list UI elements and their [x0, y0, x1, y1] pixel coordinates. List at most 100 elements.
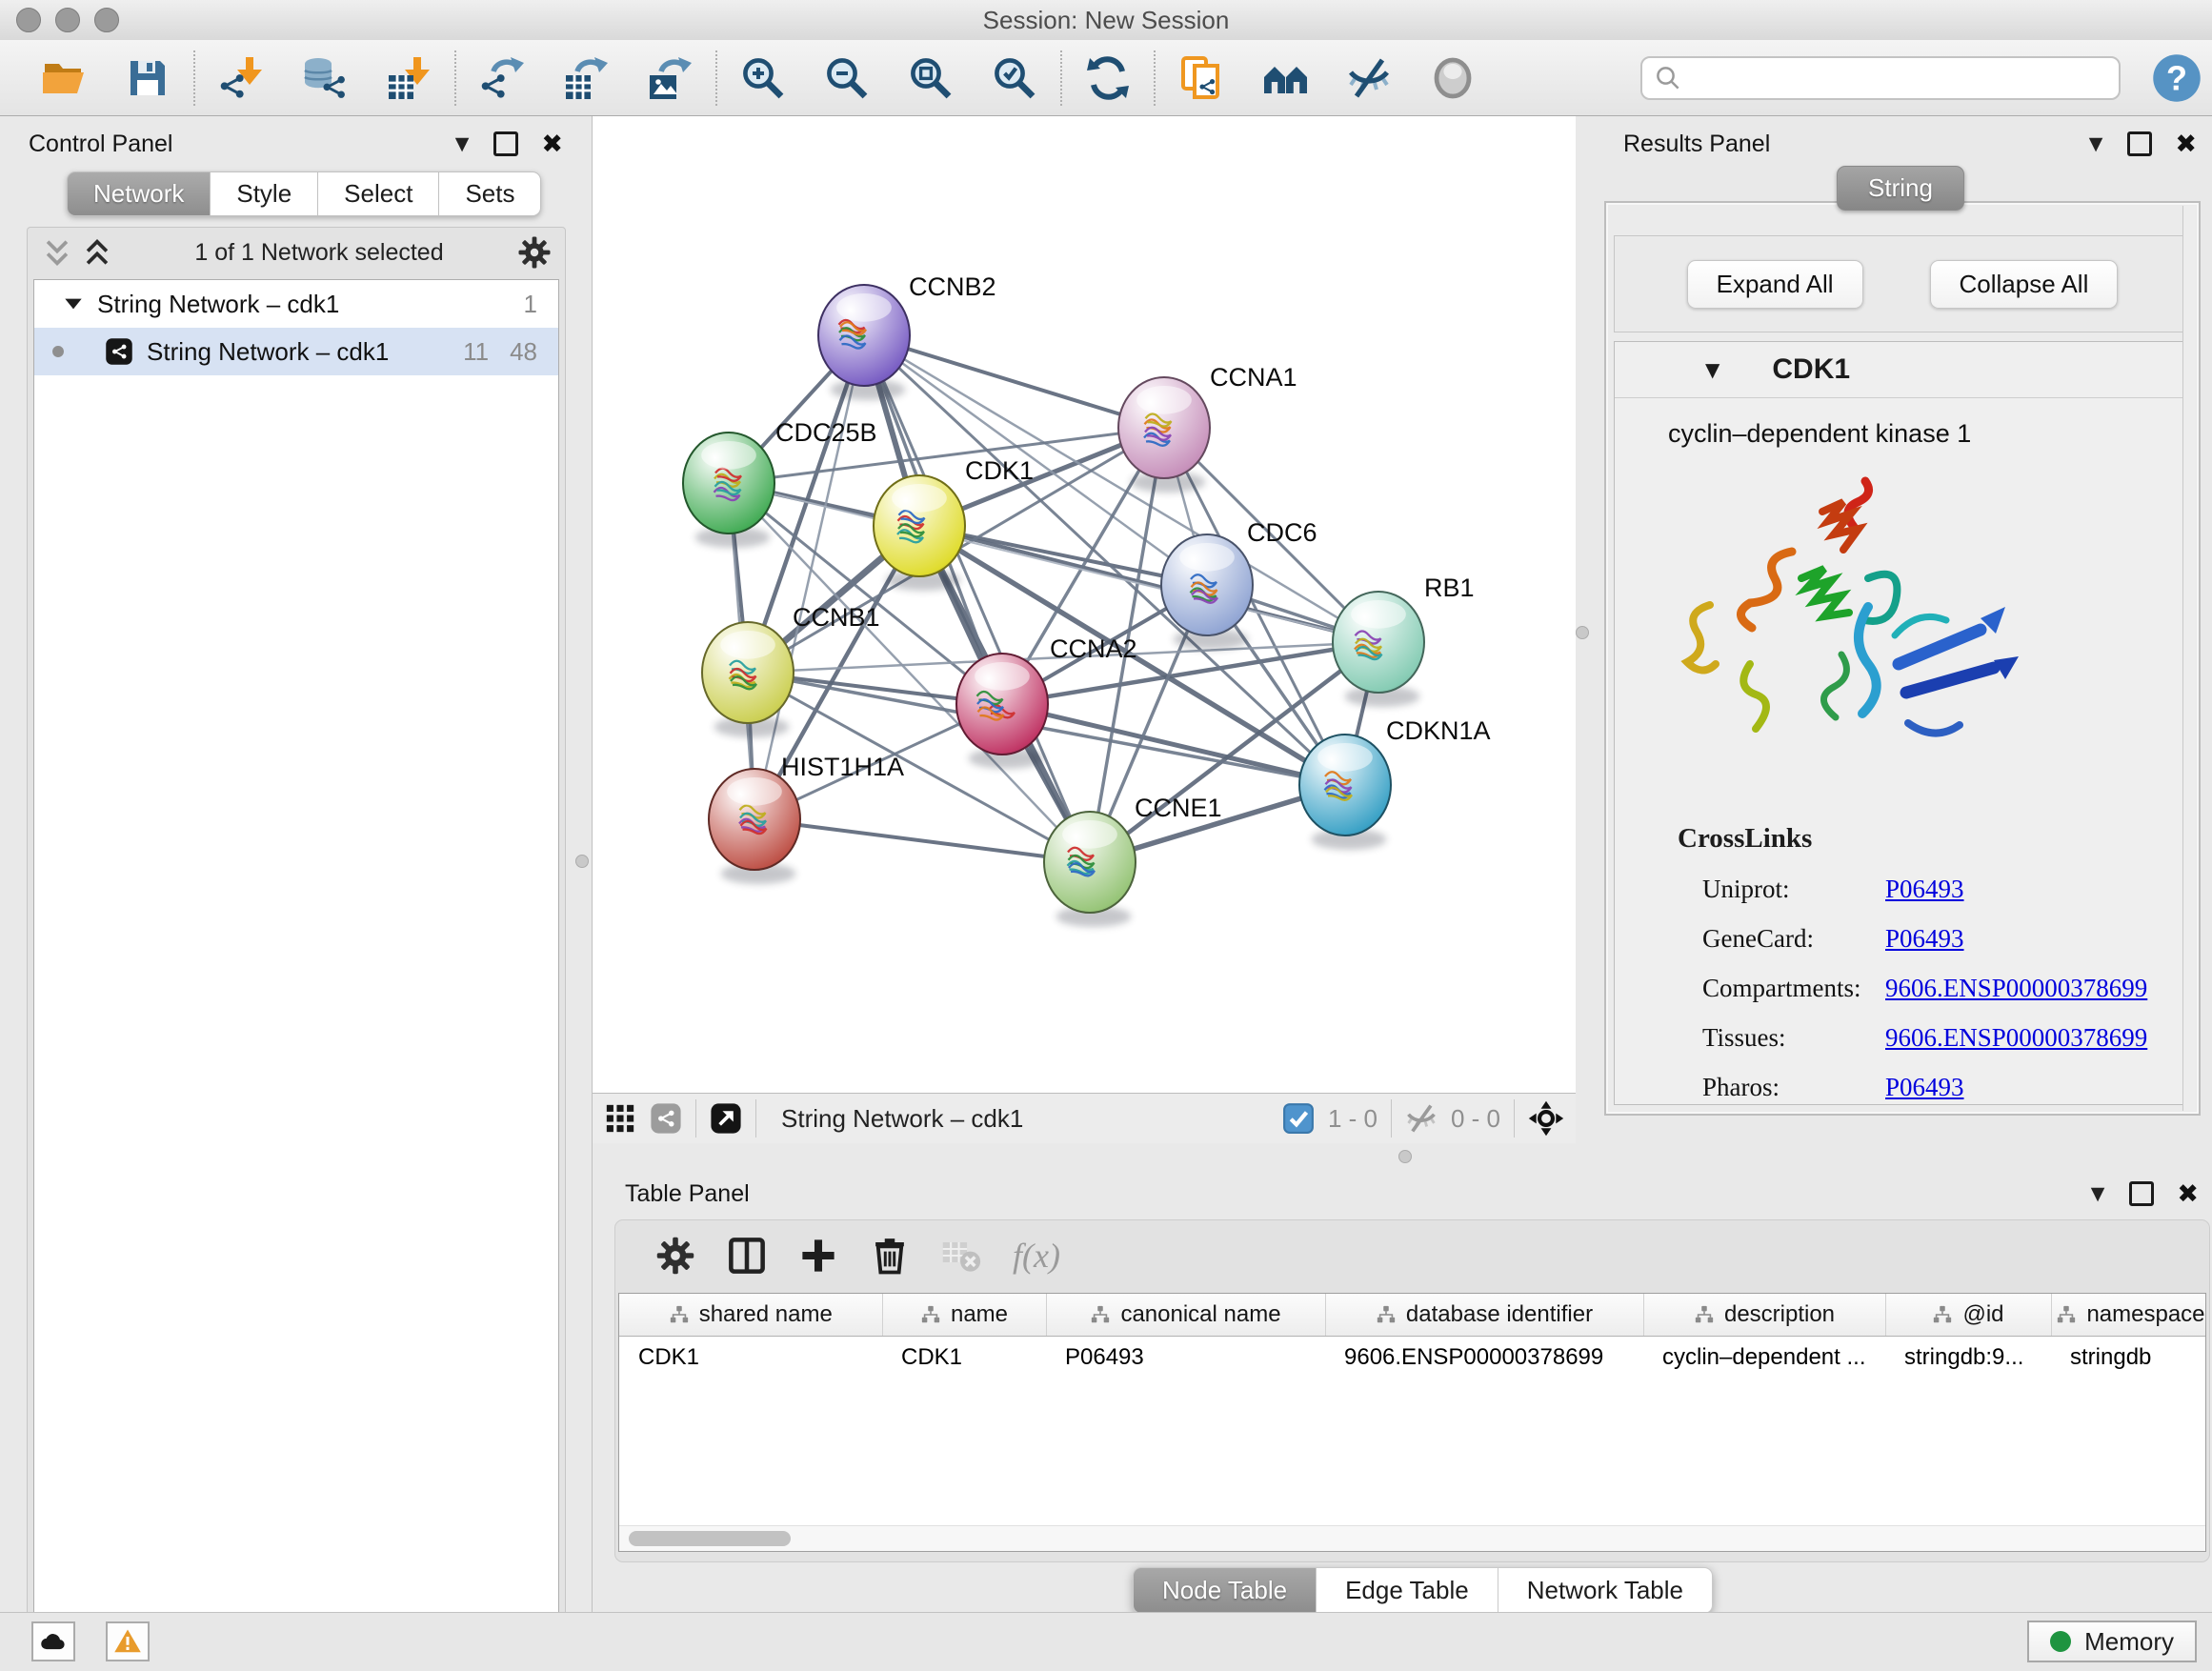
tab-network[interactable]: Network	[67, 171, 211, 216]
cloud-icon	[39, 1627, 68, 1656]
crosslink-link[interactable]: 9606.ENSP00000378699	[1885, 1013, 2147, 1062]
search-box[interactable]	[1640, 56, 2121, 100]
column-header--id[interactable]: @id	[1885, 1294, 2051, 1337]
view-grid-icon[interactable]	[604, 1102, 636, 1135]
zoom-selected-button[interactable]	[985, 49, 1044, 108]
clone-network-button[interactable]	[1172, 49, 1231, 108]
cloud-status-button[interactable]	[31, 1621, 75, 1661]
apply-layout-button[interactable]	[1078, 49, 1137, 108]
node-CCNA2[interactable]	[956, 654, 1048, 769]
show-all-button[interactable]	[1423, 49, 1482, 108]
tab-string[interactable]: String	[1837, 166, 1964, 211]
help-button[interactable]: ?	[2151, 52, 2202, 104]
right-splitter-handle[interactable]	[1576, 626, 1589, 639]
table-cell: stringdb	[2051, 1337, 2206, 1379]
search-input[interactable]	[1682, 59, 2107, 97]
table-row[interactable]: CDK1CDK1P064939606.ENSP00000378699cyclin…	[619, 1337, 2206, 1379]
tab-select[interactable]: Select	[318, 171, 439, 216]
node-CDC6[interactable]	[1161, 534, 1253, 650]
tab-edge-table[interactable]: Edge Table	[1317, 1567, 1498, 1614]
tab-node-table[interactable]: Node Table	[1133, 1567, 1317, 1614]
control-panel-menu-icon[interactable]: ▼	[455, 133, 470, 154]
node-CDC25B[interactable]	[683, 433, 774, 548]
node-CCNB1[interactable]	[702, 622, 794, 737]
expand-all-networks-icon[interactable]	[81, 236, 113, 269]
node-HIST1H1A[interactable]	[709, 769, 800, 884]
control-panel-float-icon[interactable]	[493, 131, 518, 156]
table-cell: stringdb:9...	[1885, 1337, 2051, 1379]
column-header-name[interactable]: name	[882, 1294, 1046, 1337]
collapse-all-networks-icon[interactable]	[41, 236, 73, 269]
import-network-database-button[interactable]	[295, 49, 354, 108]
collection-expand-icon[interactable]	[61, 292, 86, 316]
network-row[interactable]: String Network – cdk1 11 48	[34, 328, 558, 375]
table-hscrollbar[interactable]	[619, 1525, 2205, 1551]
tab-style[interactable]: Style	[211, 171, 318, 216]
edge-HIST1H1A-CCNE1[interactable]	[754, 819, 1090, 862]
zoom-in-button[interactable]	[734, 49, 793, 108]
results-panel-title: Results Panel	[1623, 131, 1770, 158]
results-scrollbar[interactable]	[2182, 206, 2196, 1111]
column-header-canonical-name[interactable]: canonical name	[1046, 1294, 1325, 1337]
zoom-fit-button[interactable]	[901, 49, 960, 108]
open-session-button[interactable]	[34, 49, 93, 108]
selected-checkbox-icon[interactable]	[1282, 1102, 1315, 1135]
node-CCNA1[interactable]	[1118, 377, 1210, 493]
results-panel-close-icon[interactable]: ✖	[2175, 130, 2197, 159]
node-CDKN1A[interactable]	[1299, 735, 1391, 850]
network-options-gear-icon[interactable]	[517, 235, 552, 270]
import-table-file-button[interactable]	[379, 49, 438, 108]
node-RB1[interactable]	[1333, 592, 1424, 707]
table-options-gear-icon[interactable]	[655, 1236, 695, 1276]
network-canvas[interactable]: CCNB2 CCNA1 CDC25B CDK1 CDC6 RB1 CCNB1 C…	[593, 116, 1576, 1093]
crosslink-link[interactable]: P06493	[1885, 1062, 1964, 1112]
tab-sets[interactable]: Sets	[439, 171, 541, 216]
table-panel-close-icon[interactable]: ✖	[2177, 1179, 2199, 1209]
node-CCNE1[interactable]	[1044, 812, 1136, 927]
results-panel-menu-icon[interactable]: ▼	[2089, 133, 2103, 154]
table-hscrollbar-thumb[interactable]	[629, 1531, 791, 1546]
detach-view-icon[interactable]	[710, 1102, 742, 1135]
network-collection-row[interactable]: String Network – cdk1 1	[34, 280, 558, 328]
crosslink-link[interactable]: P06493	[1885, 914, 1964, 963]
tab-network-table[interactable]: Network Table	[1498, 1567, 1713, 1614]
warnings-button[interactable]	[106, 1621, 150, 1661]
save-session-button[interactable]	[118, 49, 177, 108]
zoom-out-button[interactable]	[817, 49, 876, 108]
hidden-eye-icon[interactable]	[1405, 1102, 1438, 1135]
table-panel-float-icon[interactable]	[2129, 1181, 2154, 1206]
crosslink-link[interactable]: P06493	[1885, 864, 1964, 914]
collapse-all-button[interactable]: Collapse All	[1930, 260, 2119, 309]
crosslink-link[interactable]: 9606.ENSP00000378699	[1885, 963, 2147, 1013]
expand-all-button[interactable]: Expand All	[1687, 260, 1863, 309]
column-header-shared-name[interactable]: shared name	[619, 1294, 882, 1337]
export-network-button[interactable]	[473, 49, 532, 108]
hide-selected-button[interactable]	[1339, 49, 1398, 108]
add-column-icon[interactable]	[798, 1236, 838, 1276]
column-header-namespace[interactable]: namespace	[2051, 1294, 2206, 1337]
node-CCNB2[interactable]	[818, 285, 910, 400]
edge-CCNB2-CCNE1[interactable]	[864, 335, 1090, 862]
edge-CCNA2-CDKN1A[interactable]	[1002, 704, 1345, 785]
node-CDK1[interactable]	[874, 475, 965, 591]
memory-button[interactable]: Memory	[2027, 1621, 2197, 1662]
zoom-selected-icon	[992, 55, 1037, 101]
control-panel-close-icon[interactable]: ✖	[541, 130, 563, 159]
birdseye-view-icon[interactable]	[1528, 1100, 1564, 1137]
export-table-button[interactable]	[556, 49, 615, 108]
delete-column-icon[interactable]	[870, 1236, 910, 1276]
column-header-description[interactable]: description	[1643, 1294, 1885, 1337]
export-image-button[interactable]	[640, 49, 699, 108]
show-columns-icon[interactable]	[727, 1236, 767, 1276]
gene-description: cyclin–dependent kinase 1	[1668, 419, 2190, 449]
column-header-database-identifier[interactable]: database identifier	[1325, 1294, 1643, 1337]
results-panel-float-icon[interactable]	[2127, 131, 2152, 156]
import-network-file-button[interactable]	[211, 49, 271, 108]
view-network-icon[interactable]	[650, 1102, 682, 1135]
table-panel-menu-icon[interactable]: ▼	[2091, 1183, 2105, 1204]
bottom-splitter-handle[interactable]	[1398, 1150, 1412, 1163]
node-label-HIST1H1A: HIST1H1A	[781, 753, 904, 781]
left-splitter-handle[interactable]	[575, 855, 589, 868]
first-neighbors-button[interactable]	[1256, 49, 1315, 108]
gene-collapse-icon[interactable]: ▼	[1705, 358, 1719, 381]
